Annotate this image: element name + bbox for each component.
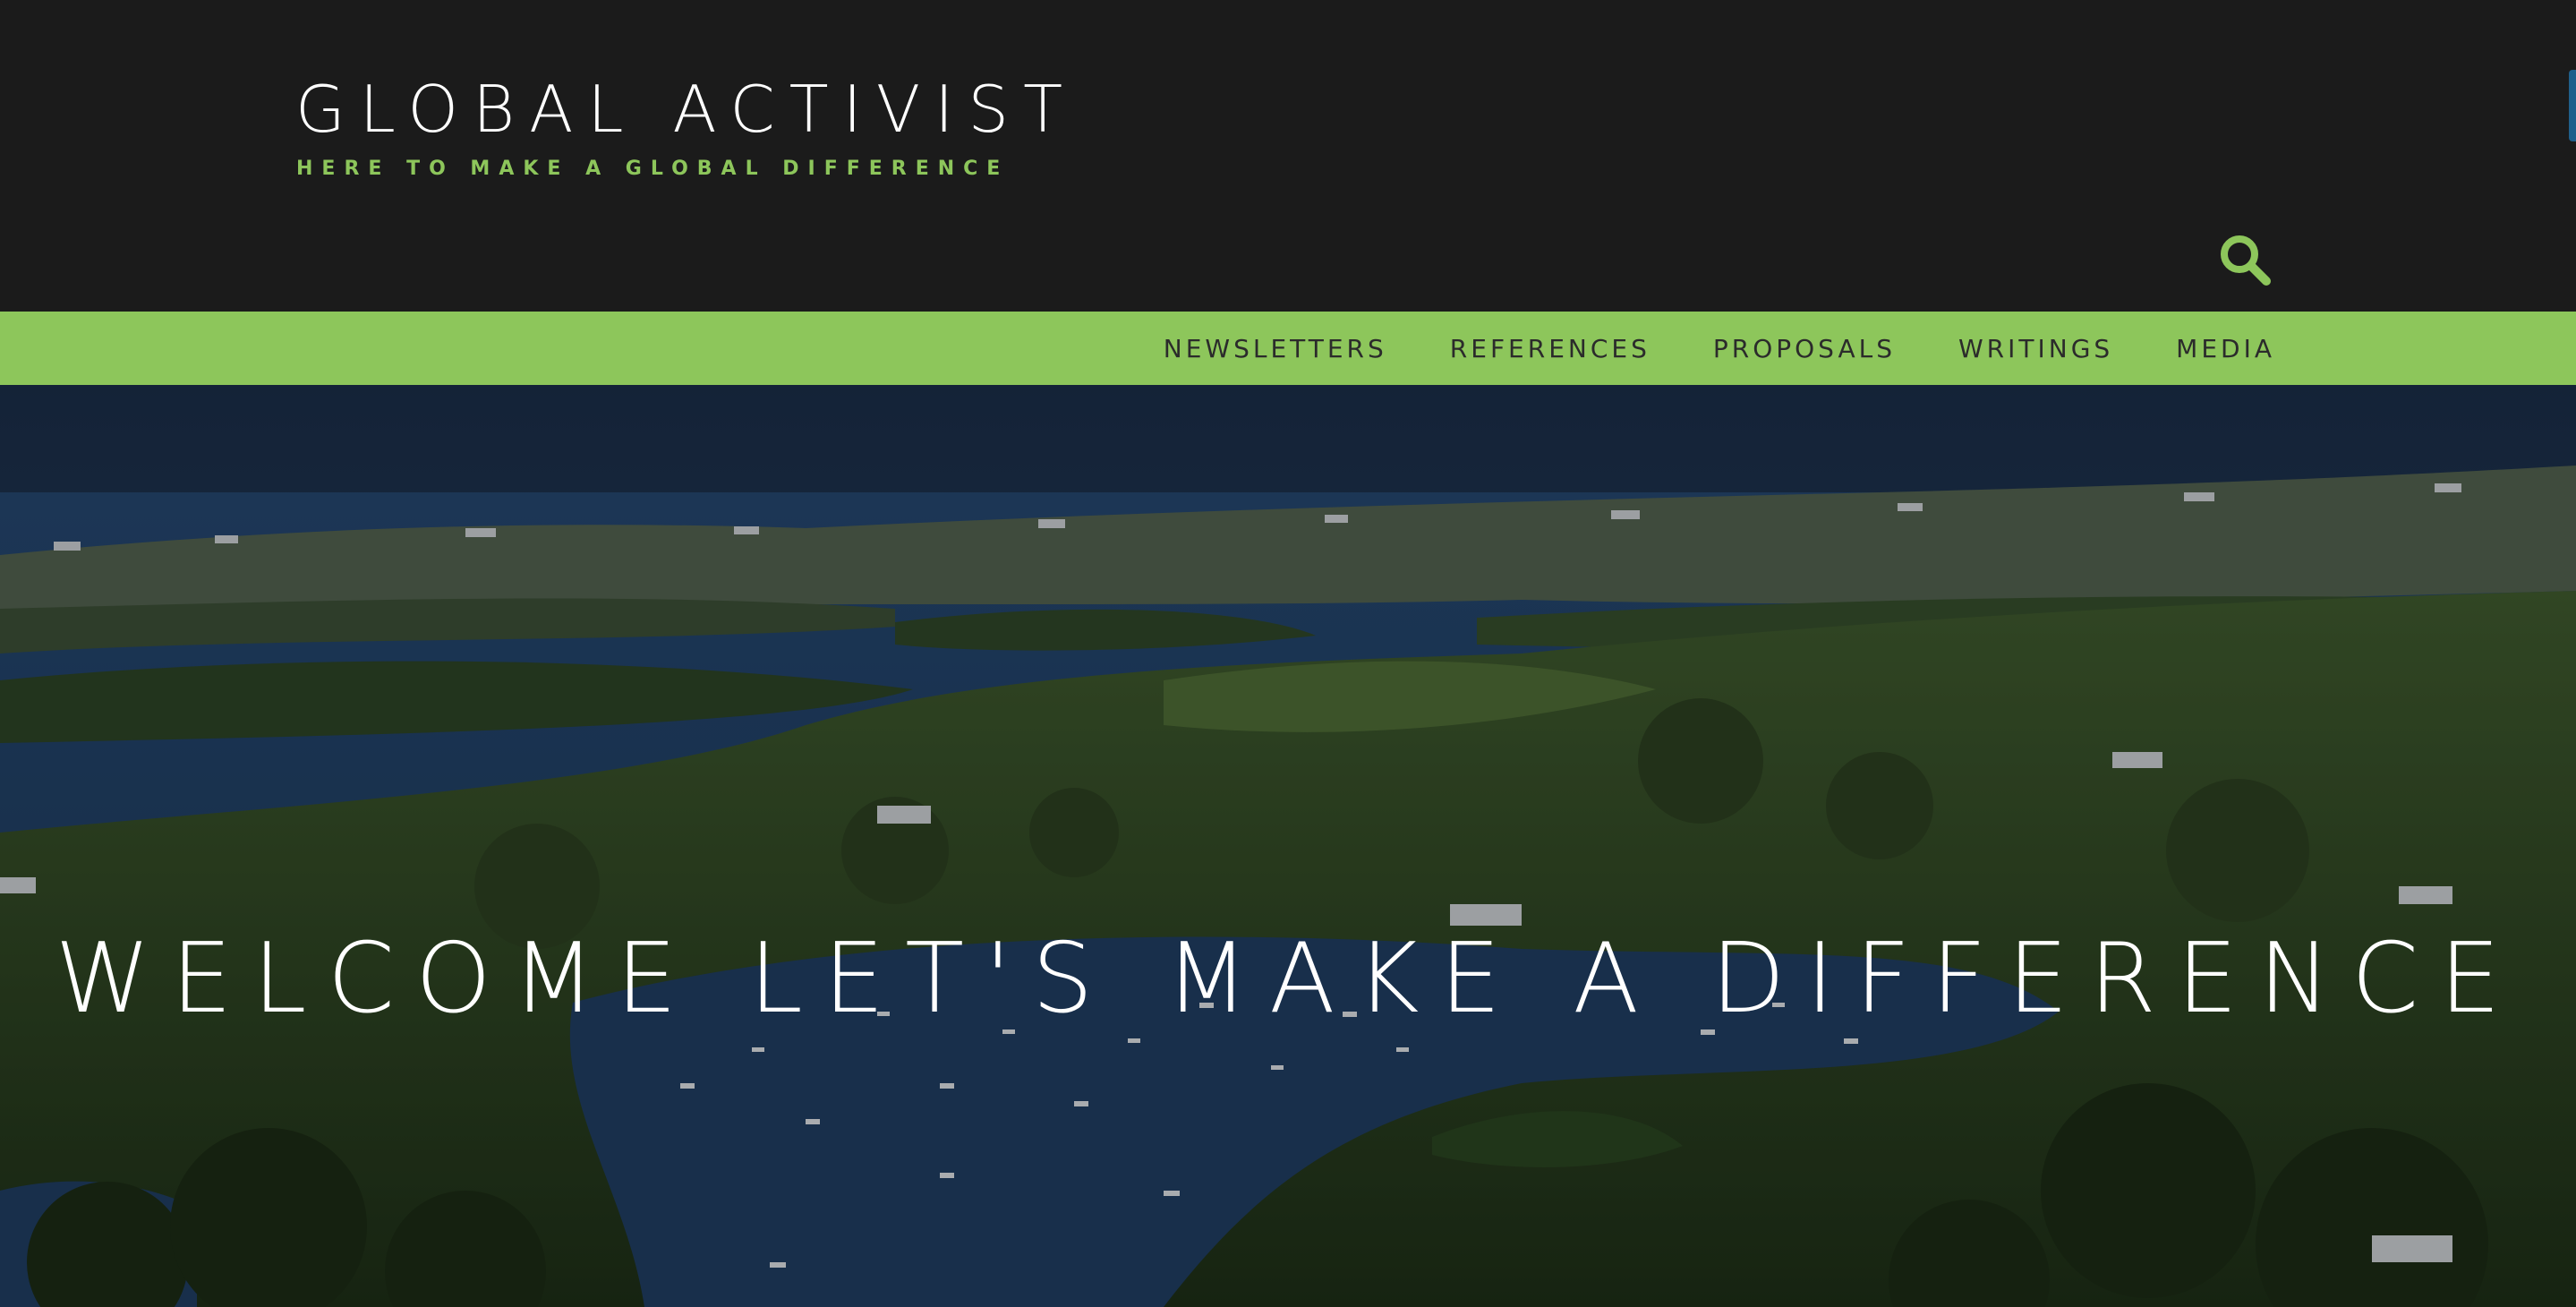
site-title-link[interactable]: GLOBAL ACTIVIST [295, 77, 1077, 141]
search-button[interactable] [2216, 231, 2277, 292]
nav-list: NEWSLETTERS REFERENCES PROPOSALS WRITING… [1164, 312, 2275, 385]
side-tab[interactable] [2569, 70, 2576, 141]
search-icon [2221, 235, 2271, 286]
nav-item-newsletters[interactable]: NEWSLETTERS [1164, 334, 1387, 363]
main-navigation: NEWSLETTERS REFERENCES PROPOSALS WRITING… [0, 312, 2576, 385]
site-tagline: HERE TO MAKE A GLOBAL DIFFERENCE [296, 158, 1010, 180]
nav-item-writings[interactable]: WRITINGS [1958, 334, 2113, 363]
hero-banner: WELCOME LET'S MAKE A DIFFERENCE [0, 385, 2576, 1307]
hero-overlay [0, 385, 2576, 1307]
nav-item-references[interactable]: REFERENCES [1450, 334, 1651, 363]
hero-heading: WELCOME LET'S MAKE A DIFFERENCE [55, 923, 2521, 1035]
nav-item-proposals[interactable]: PROPOSALS [1713, 334, 1896, 363]
nav-item-media[interactable]: MEDIA [2176, 334, 2275, 363]
page: GLOBAL ACTIVIST HERE TO MAKE A GLOBAL DI… [0, 0, 2576, 1307]
site-header: GLOBAL ACTIVIST HERE TO MAKE A GLOBAL DI… [0, 0, 2576, 312]
